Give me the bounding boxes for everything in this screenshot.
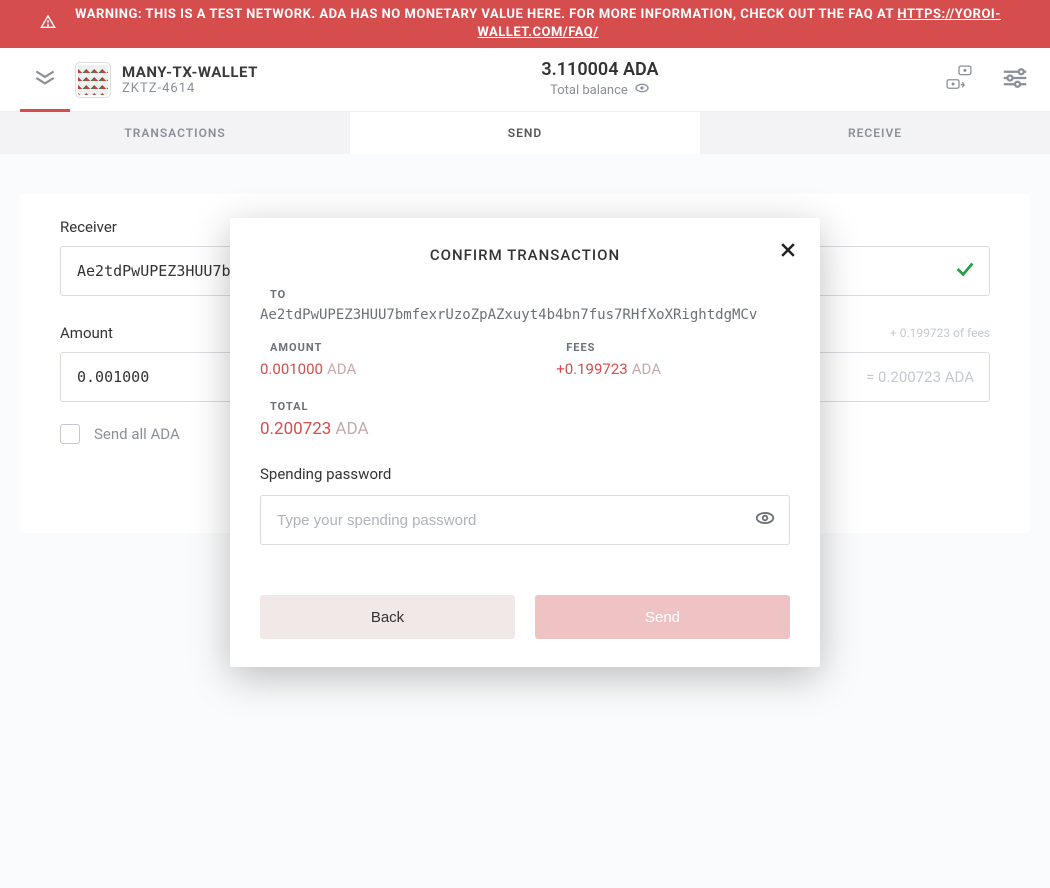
fees-heading: FEES [566,341,661,354]
total-currency: ADA [335,419,368,439]
amount-value: 0.001000 [260,360,323,378]
to-address: Ae2tdPwUPEZ3HUU7bmfexrUzoZpAZxuyt4b4bn7f… [260,307,790,323]
total-heading: TOTAL [270,400,790,413]
close-icon[interactable] [778,240,798,264]
amount-currency: ADA [327,360,356,378]
toggle-password-icon[interactable] [754,507,776,533]
back-button[interactable]: Back [260,595,515,639]
amount-heading: AMOUNT [270,341,356,354]
send-button[interactable]: Send [535,595,790,639]
to-label: TO [270,288,790,301]
spending-password-input[interactable] [260,495,790,545]
modal-title: CONFIRM TRANSACTION [260,246,790,264]
spending-password-label: Spending password [260,465,790,483]
modal-overlay: CONFIRM TRANSACTION TO Ae2tdPwUPEZ3HUU7b… [0,0,1050,888]
fees-currency: ADA [632,360,661,378]
total-value: 0.200723 [260,419,331,439]
fees-value: +0.199723 [556,360,627,378]
confirm-transaction-modal: CONFIRM TRANSACTION TO Ae2tdPwUPEZ3HUU7b… [230,218,820,667]
